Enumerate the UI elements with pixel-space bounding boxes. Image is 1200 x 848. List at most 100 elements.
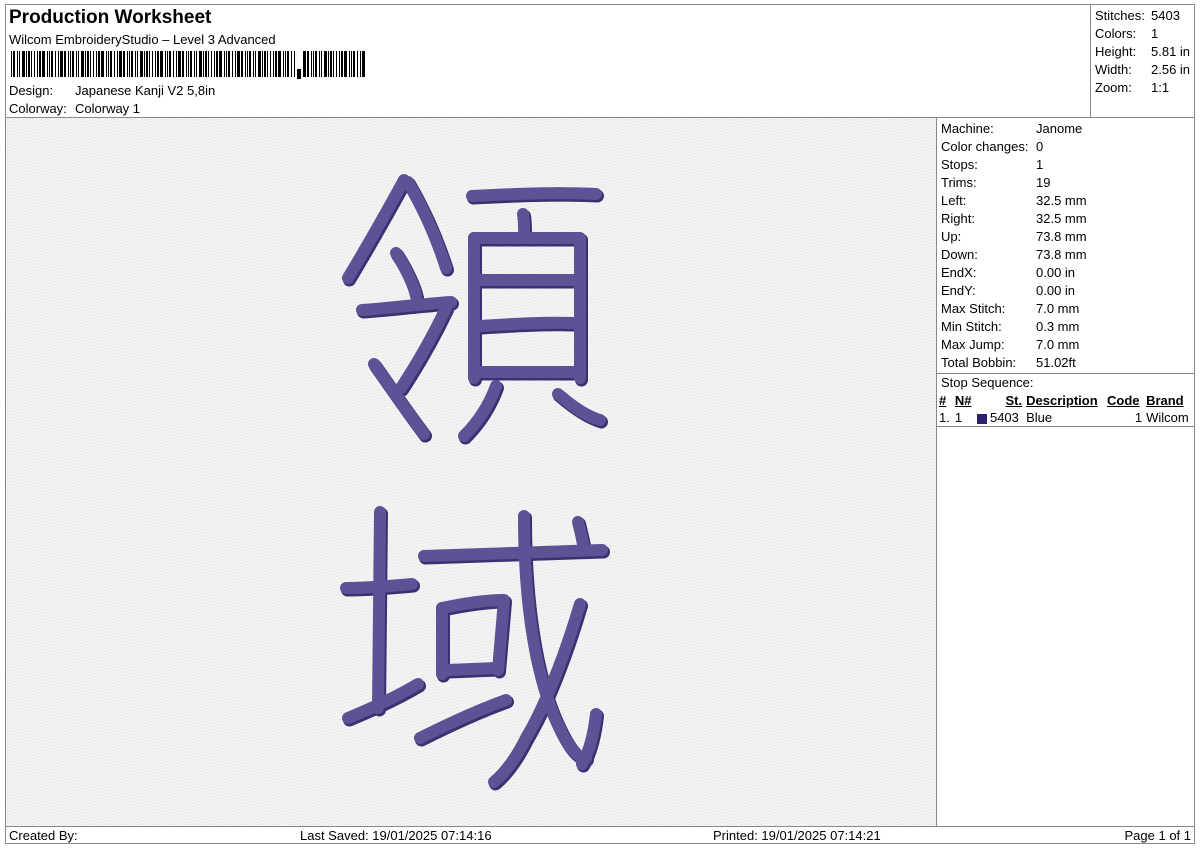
barcode-bar: [351, 51, 352, 77]
barcode-bar: [228, 51, 230, 77]
design-value: Japanese Kanji V2 5,8in: [75, 83, 216, 98]
software-subtitle: Wilcom EmbroideryStudio – Level 3 Advanc…: [9, 32, 276, 47]
barcode-bar: [353, 51, 355, 77]
barcode-bar: [146, 51, 148, 77]
barcode-bar: [70, 51, 71, 77]
info-endy: EndY: 0.00 in: [941, 283, 1076, 298]
stop-sequence-title: Stop Sequence:: [941, 375, 1034, 390]
info-up: Up: 73.8 mm: [941, 229, 1087, 244]
barcode-bar: [203, 51, 204, 77]
barcode-bar: [149, 51, 150, 77]
info-down: Down: 73.8 mm: [941, 247, 1087, 262]
barcode-bar: [131, 51, 133, 77]
info-min-stitch: Min Stitch: 0.3 mm: [941, 319, 1080, 334]
barcode-bar: [85, 51, 86, 77]
barcode-bar: [285, 51, 286, 77]
summary-zoom: Zoom: 1:1: [1095, 80, 1170, 95]
barcode-bar: [129, 51, 130, 77]
design-row: Design: Japanese Kanji V2 5,8in: [9, 83, 215, 98]
printed-date: Printed: 19/01/2025 07:14:21: [713, 828, 881, 843]
barcode-bar: [68, 51, 69, 77]
col-description: Description: [1026, 393, 1098, 408]
col-stitches: St.: [1005, 393, 1023, 408]
page-title: Production Worksheet: [9, 7, 212, 28]
barcode-bar: [173, 51, 174, 77]
row-num: 1.: [937, 409, 953, 427]
barcode-bar: [344, 51, 347, 77]
header: Production Worksheet Wilcom EmbroiderySt…: [6, 5, 1090, 118]
summary-stitches: Stitches: 5403: [1095, 8, 1180, 23]
stroke-iki-6: [572, 516, 589, 550]
barcode-bar: [349, 51, 350, 77]
barcode-bar: [182, 51, 184, 77]
barcode-bar: [247, 51, 248, 77]
stroke-iki-10: [414, 694, 512, 744]
table-row: 1. 1 5403 Blue 1 Wilcom: [937, 409, 1194, 427]
stroke-ryo-2: [402, 176, 452, 274]
barcode-bar: [167, 51, 168, 77]
barcode-bar: [144, 51, 145, 77]
barcode-bar: [22, 51, 25, 77]
barcode-bar: [273, 51, 274, 77]
barcode-graphic: [11, 51, 365, 79]
barcode-bar: [194, 51, 195, 77]
row-stitches-cell: 5403: [974, 409, 1025, 427]
barcode-bar: [101, 51, 104, 77]
barcode-bar: [339, 51, 340, 77]
barcode-bar: [224, 51, 225, 77]
barcode-bar: [106, 51, 107, 77]
barcode-bar: [90, 51, 91, 77]
row-brand: Wilcom: [1144, 409, 1194, 427]
info-max-jump: Max Jump: 7.0 mm: [941, 337, 1080, 352]
stroke-ryo-5: [395, 302, 452, 394]
barcode-bar: [307, 51, 309, 77]
barcode-bar: [160, 51, 163, 77]
barcode-bar: [264, 51, 266, 77]
stroke-iki-2: [340, 578, 418, 594]
barcode-bar: [336, 51, 337, 77]
barcode-bar: [283, 51, 284, 77]
barcode-bar: [205, 51, 207, 77]
col-n: N#: [954, 393, 972, 408]
barcode-bar: [341, 51, 343, 77]
barcode-bar: [330, 51, 332, 77]
barcode-bar: [267, 51, 268, 77]
barcode-bar: [114, 51, 115, 77]
barcode: [11, 51, 371, 79]
colorway-label: Colorway:: [9, 101, 67, 116]
barcode-bar: [165, 51, 166, 77]
barcode-bar: [127, 51, 128, 77]
barcode-bar: [78, 51, 79, 77]
barcode-bar: [119, 51, 122, 77]
barcode-bar: [42, 51, 45, 77]
design-label: Design:: [9, 83, 54, 98]
colorway-value: Colorway 1: [75, 101, 141, 116]
row-stitches: 5403: [989, 410, 1019, 425]
colorway-row: Colorway: Colorway 1: [9, 101, 140, 116]
info-machine: Machine: Janome: [941, 121, 1083, 136]
barcode-bar: [28, 51, 30, 77]
design-preview: [6, 118, 937, 826]
stroke-ryo-4: [356, 296, 457, 316]
page-number: Page 1 of 1: [1124, 828, 1192, 843]
barcode-bar: [11, 51, 12, 77]
footer: Created By: Last Saved: 19/01/2025 07:14…: [6, 826, 1194, 843]
barcode-bar: [249, 51, 251, 77]
col-code: Code: [1106, 393, 1140, 408]
summary-colors: Colors: 1: [1095, 26, 1159, 41]
barcode-bar: [188, 51, 189, 77]
barcode-bar: [76, 51, 77, 77]
barcode-bar: [216, 51, 218, 77]
summary-height: Height: 5.81 in: [1095, 44, 1191, 59]
info-endx: EndX: 0.00 in: [941, 265, 1076, 280]
barcode-bar: [214, 51, 215, 77]
barcode-bar: [37, 51, 38, 77]
barcode-bar: [87, 51, 89, 77]
info-left: Left: 32.5 mm: [941, 193, 1087, 208]
barcode-bar: [60, 51, 63, 77]
embroidery-design: [340, 174, 610, 791]
stroke-iki-9: [442, 662, 502, 676]
barcode-bar: [19, 51, 20, 77]
barcode-bar: [315, 51, 317, 77]
barcode-bar: [49, 51, 50, 77]
